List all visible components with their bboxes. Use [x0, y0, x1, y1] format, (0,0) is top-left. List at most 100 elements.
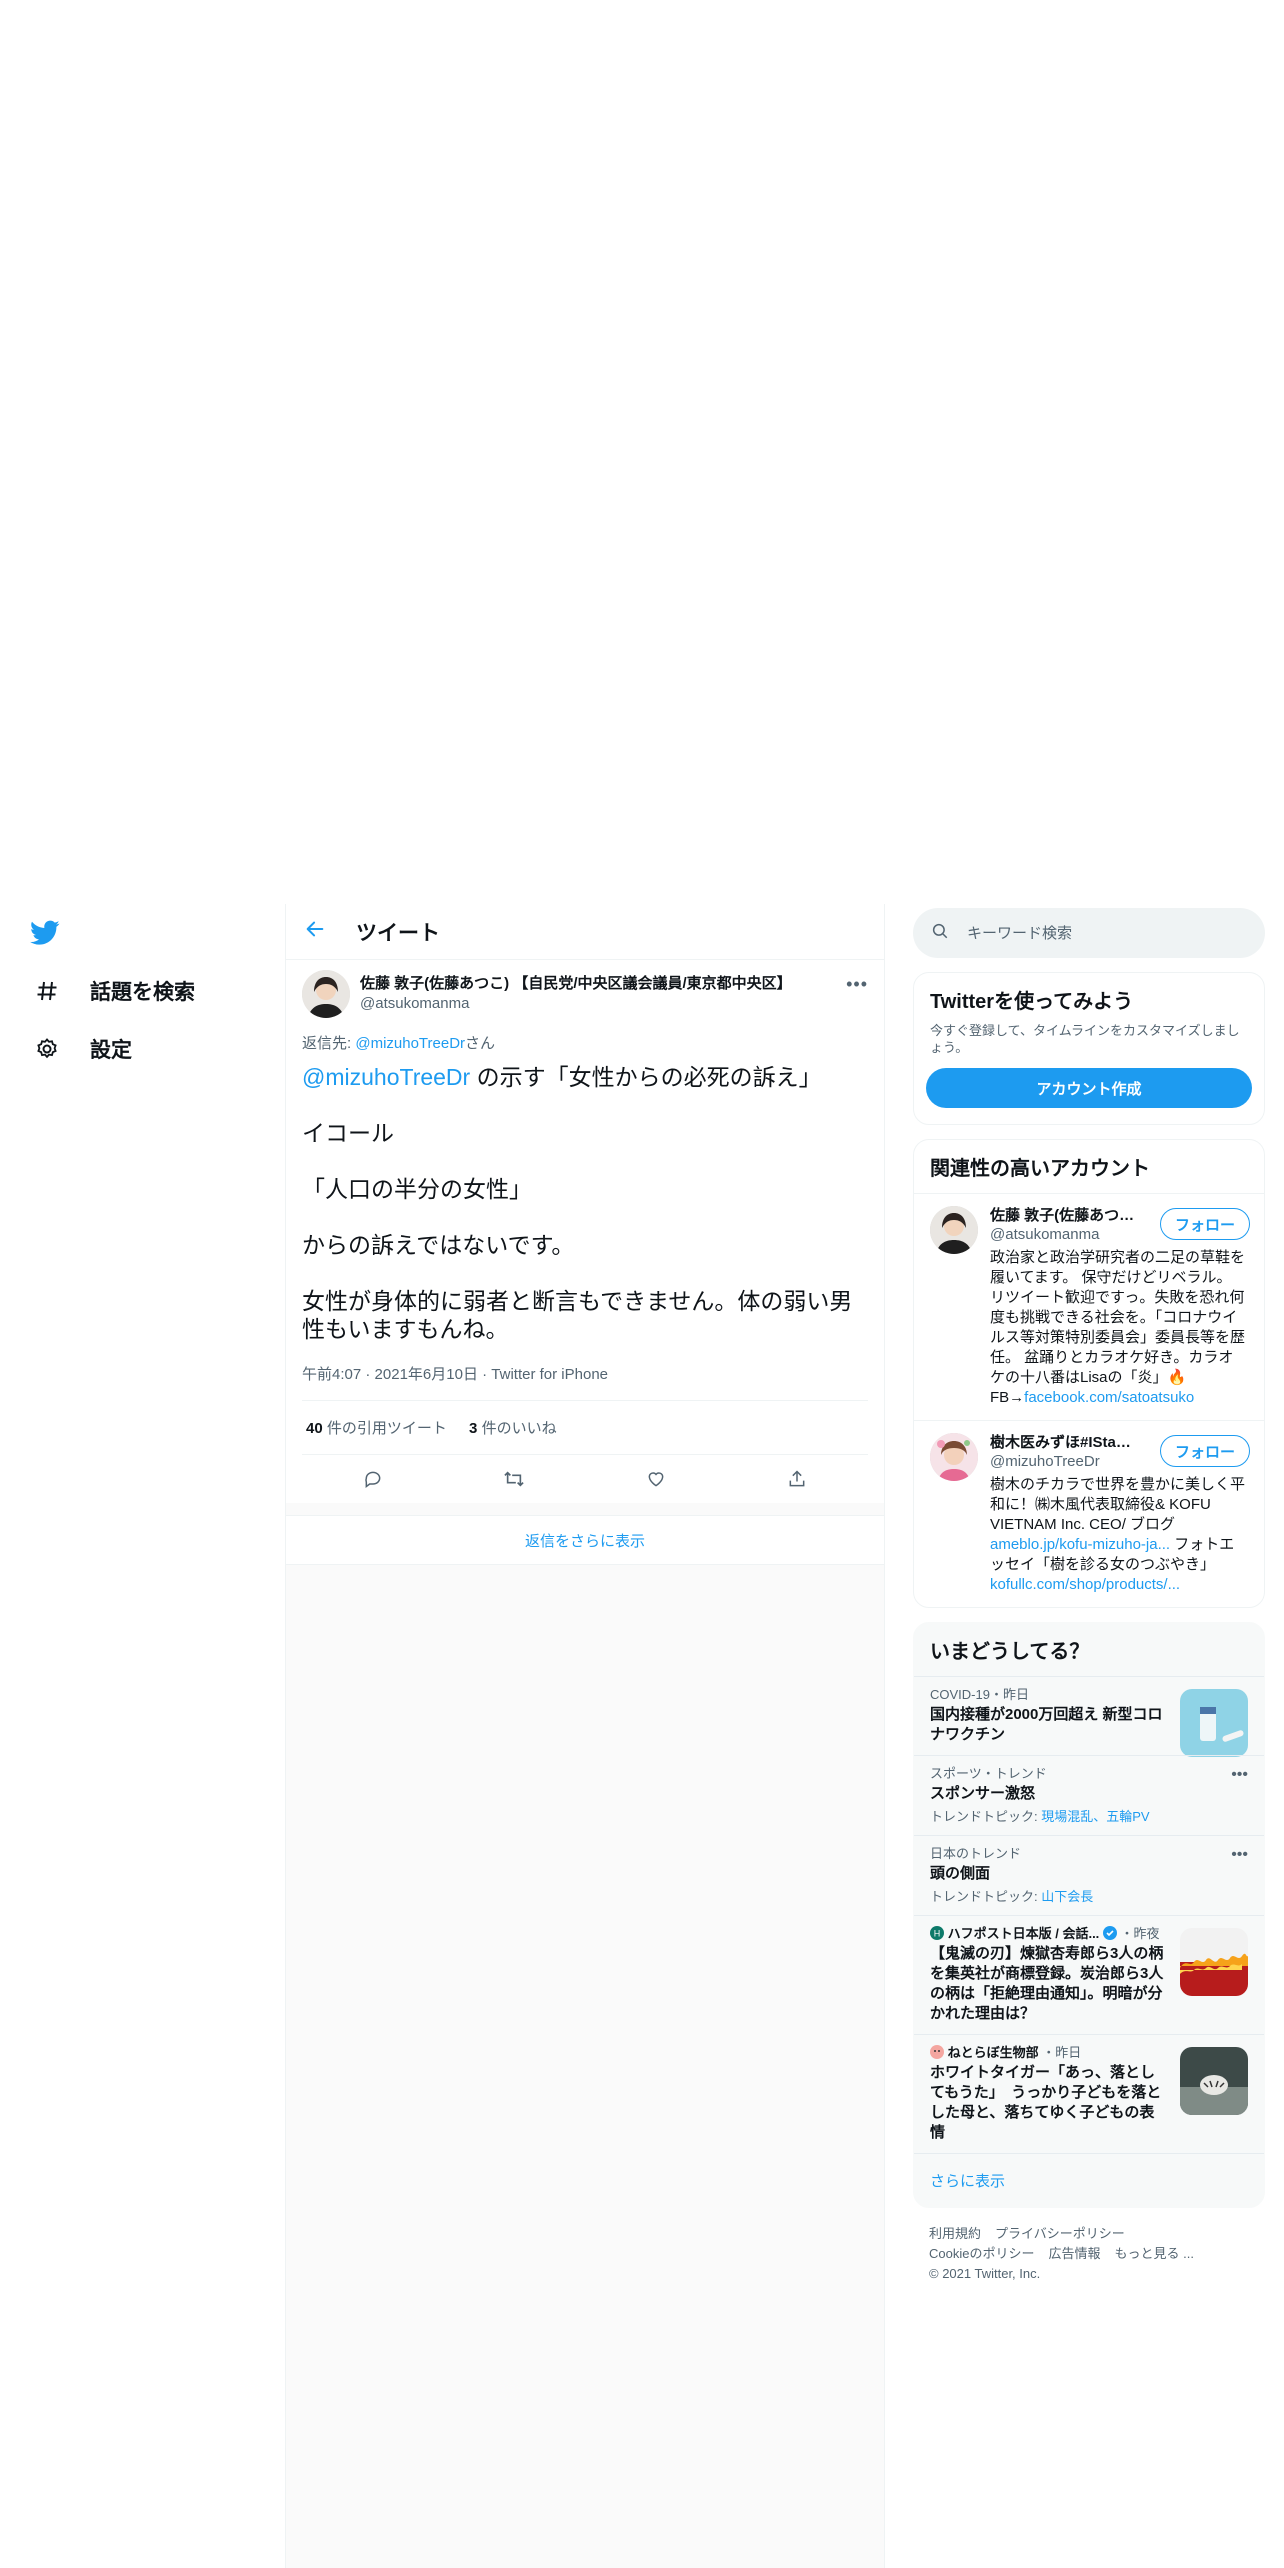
more-icon[interactable]: ••• [1231, 1766, 1248, 1784]
search-box[interactable] [913, 908, 1265, 958]
hash-icon [30, 974, 64, 1008]
account-name[interactable]: 樹木医みずほ#IStandWithUkraine [990, 1433, 1140, 1452]
trend-source-name: ハフポスト日本版 / 会話... [947, 1926, 1100, 1941]
trend-topics: トレンドトピック: 現場混乱、五輪PV [930, 1806, 1248, 1825]
heart-icon[interactable] [638, 1461, 674, 1497]
account-bio: 樹木のチカラで世界を豊かに美しく平和に！㈱木風代表取締役& KOFU VIETN… [990, 1475, 1248, 1595]
footer: 利用規約 プライバシーポリシー Cookieのポリシー 広告情報 もっと見る ... … [913, 2208, 1265, 2300]
vaccine-thumbnail [1180, 1689, 1248, 1757]
trend-topics-label: トレンドトピック: [930, 1889, 1042, 1904]
main-column: ツイート 佐藤 敦子(佐藤あつこ) 【自民党/中央区議会議員/東京都中央区】 @… [285, 904, 885, 2568]
trend-topics-link[interactable]: 山下会長 [1041, 1889, 1093, 1904]
follow-button[interactable]: フォロー [1159, 1435, 1250, 1467]
account-item[interactable]: 佐藤 敦子(佐藤あつこ) 【自民党/中央区議会議員/東京都中央区】 @atsuk… [914, 1193, 1264, 1420]
search-icon [931, 922, 949, 945]
reply-prefix: 返信先: [302, 1035, 356, 1052]
nav-explore[interactable]: 話題を検索 [0, 962, 285, 1020]
verified-icon [1102, 1926, 1117, 1941]
avatar[interactable] [930, 1433, 978, 1481]
author-name[interactable]: 佐藤 敦子(佐藤あつこ) 【自民党/中央区議会議員/東京都中央区】 [360, 974, 792, 994]
account-bio-text: 樹木のチカラで世界を豊かに美しく平和に！㈱木風代表取締役& KOFU VIETN… [990, 1476, 1246, 1533]
tweet-line-5: 女性が身体的に弱者と断言もできません。体の弱い男性もいますもんね。 [302, 1288, 853, 1342]
related-accounts-card: 関連性の高いアカウント 佐藤 敦子(佐藤あつこ) 【自民党/中央区議会議員/東京… [913, 1139, 1265, 1608]
mention-link[interactable]: @mizuhoTreeDr [302, 1064, 470, 1090]
show-more-replies[interactable]: 返信をさらに表示 [286, 1515, 884, 1565]
search-input[interactable] [967, 924, 1227, 942]
trend-item[interactable]: スポーツ・トレンド スポンサー激怒 トレンドトピック: 現場混乱、五輪PV ••… [914, 1755, 1264, 1835]
follow-button[interactable]: フォロー [1159, 1208, 1250, 1240]
footer-copyright: © 2021 Twitter, Inc. [929, 2266, 1041, 2281]
trend-item[interactable]: 日本のトレンド 頭の側面 トレンドトピック: 山下会長 ••• [914, 1835, 1264, 1915]
signup-title: Twitterを使ってみよう [930, 991, 1134, 1013]
trends-card: いまどうしてる？ COVID-19・昨日 国内接種が2000万回超え 新型コロナ… [913, 1622, 1265, 2208]
avatar[interactable] [930, 1206, 978, 1254]
account-item[interactable]: 樹木医みずほ#IStandWithUkraine @mizuhoTreeDr 樹… [914, 1420, 1264, 1607]
nav-explore-label: 話題を検索 [90, 981, 195, 1004]
likes-link[interactable]: 3 件のいいね [469, 1420, 557, 1437]
trend-topics-link[interactable]: 現場混乱、五輪PV [1041, 1809, 1149, 1824]
more-icon[interactable]: ••• [1231, 1846, 1248, 1864]
related-title: 関連性の高いアカウント [930, 1158, 1150, 1180]
quote-count: 40 [306, 1420, 323, 1437]
more-icon[interactable]: ••• [846, 974, 868, 995]
trend-item[interactable]: ねとらぼ生物部 ・昨日 ホワイトタイガー「あっ、落としてもうた」 うっかり子ども… [914, 2034, 1264, 2153]
trend-item[interactable]: H ハフポスト日本版 / 会話... ・昨夜 【鬼滅の刃】煉獄杏寿郎ら3人の柄を… [914, 1915, 1264, 2034]
account-name[interactable]: 佐藤 敦子(佐藤あつこ) 【自民党/中央区議会議員/東京都中央区】 [990, 1206, 1140, 1225]
account-bio-link[interactable]: facebook.com/satoatsuko [1024, 1389, 1194, 1406]
avatar[interactable] [302, 970, 350, 1018]
create-account-button[interactable]: アカウント作成 [926, 1068, 1252, 1108]
footer-link-more[interactable]: もっと見る ... [1114, 2246, 1193, 2261]
like-count: 3 [469, 1420, 478, 1437]
netorabo-logo-icon [930, 2045, 944, 2060]
footer-link-privacy[interactable]: プライバシーポリシー [995, 2226, 1125, 2241]
account-bio-link[interactable]: ameblo.jp/kofu-mizuho-ja... [990, 1536, 1170, 1553]
author-names: 佐藤 敦子(佐藤あつこ) 【自民党/中央区議会議員/東京都中央区】 @atsuk… [360, 970, 792, 1014]
tweet-time[interactable]: 午前4:07 [302, 1366, 361, 1383]
trend-title: 頭の側面 [930, 1865, 991, 1882]
footer-link-cookies[interactable]: Cookieのポリシー [929, 2246, 1034, 2261]
trends-show-more[interactable]: さらに表示 [914, 2153, 1264, 2207]
page-title: ツイート [356, 921, 440, 945]
trend-time: ・昨日 [1042, 2045, 1082, 2060]
tiger-thumbnail [1180, 2047, 1248, 2115]
trend-context: 日本のトレンド [930, 1846, 1022, 1861]
tweet-date[interactable]: 2021年6月10日 [375, 1366, 478, 1383]
tweet-meta: 午前4:07 · 2021年6月10日 · Twitter for iPhone [302, 1363, 868, 1401]
trends-title: いまどうしてる？ [930, 1641, 1090, 1663]
huffpost-logo-icon: H [930, 1926, 944, 1941]
left-nav: 話題を検索 設定 [0, 904, 285, 1078]
footer-link-terms[interactable]: 利用規約 [929, 2226, 981, 2241]
right-sidebar: Twitterを使ってみよう 今すぐ登録して、タイムラインをカスタマイズしましょ… [913, 908, 1265, 2300]
tweet-line-1-text: の示す「女性からの必死の訴え」 [470, 1064, 822, 1090]
account-bio-prefix: FB→ [990, 1389, 1025, 1406]
trend-topics-label: トレンドトピック: [930, 1809, 1042, 1824]
tweet: 佐藤 敦子(佐藤あつこ) 【自民党/中央区議会議員/東京都中央区】 @atsuk… [286, 960, 884, 1503]
nav-settings[interactable]: 設定 [0, 1020, 285, 1078]
account-bio-link-2[interactable]: kofullc.com/shop/products/... [990, 1576, 1180, 1593]
flame-pattern-thumbnail [1180, 1928, 1248, 1996]
trend-item[interactable]: COVID-19・昨日 国内接種が2000万回超え 新型コロナワクチン [914, 1676, 1264, 1757]
footer-link-ads[interactable]: 広告情報 [1048, 2246, 1100, 2261]
nav-settings-label: 設定 [90, 1039, 132, 1062]
svg-text:H: H [934, 1929, 941, 1939]
author-handle[interactable]: @atsukomanma [360, 994, 792, 1014]
share-icon[interactable] [779, 1461, 815, 1497]
footer-links-row-1: 利用規約 プライバシーポリシー [929, 2224, 1249, 2244]
tweet-line-1: @mizuhoTreeDr の示す「女性からの必死の訴え」 [302, 1063, 868, 1091]
gear-icon [30, 1032, 64, 1066]
footer-links-row-2: Cookieのポリシー 広告情報 もっと見る ... [929, 2244, 1249, 2264]
retweet-icon[interactable] [496, 1461, 532, 1497]
trend-context: スポーツ・トレンド [930, 1766, 1047, 1781]
reply-handle-link[interactable]: @mizuhoTreeDr [355, 1035, 465, 1052]
signup-desc: 今すぐ登録して、タイムラインをカスタマイズしましょう。 [930, 1023, 1240, 1055]
tweet-line-3: 「人口の半分の女性」 [302, 1176, 532, 1202]
back-arrow-icon[interactable] [304, 918, 326, 945]
tweet-author: 佐藤 敦子(佐藤あつこ) 【自民党/中央区議会議員/東京都中央区】 @atsuk… [302, 970, 868, 1018]
quote-tweets-link[interactable]: 40 件の引用ツイート [306, 1420, 447, 1437]
reply-icon[interactable] [355, 1461, 391, 1497]
signup-card: Twitterを使ってみよう 今すぐ登録して、タイムラインをカスタマイズしましょ… [913, 972, 1265, 1125]
account-bio: 政治家と政治学研究者の二足の草鞋を履いてます。 保守だけどリベラル。 リツイート… [990, 1248, 1248, 1408]
trend-topics: トレンドトピック: 山下会長 [930, 1886, 1248, 1905]
twitter-logo-icon[interactable] [30, 904, 285, 962]
tweet-source[interactable]: Twitter for iPhone [491, 1366, 608, 1383]
